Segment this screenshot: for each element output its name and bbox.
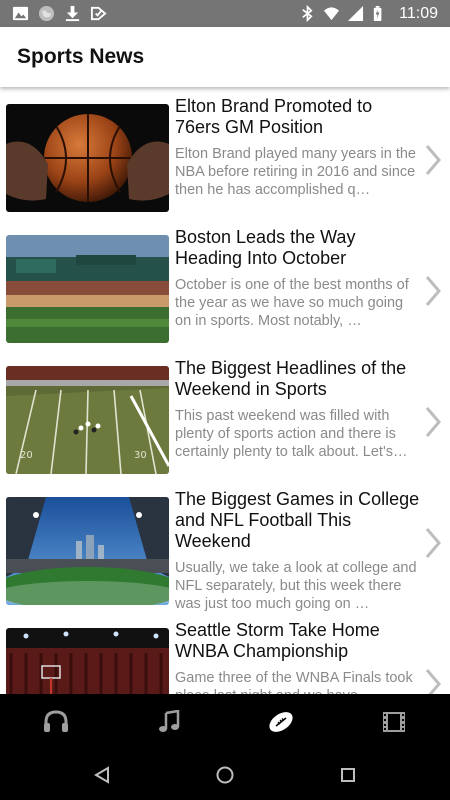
chevron-right-icon xyxy=(425,276,441,306)
chevron-right-icon xyxy=(425,145,441,175)
signal-icon xyxy=(348,5,364,22)
article-summary: October is one of the best months of the… xyxy=(175,277,409,329)
article-title: Elton Brand Promoted to 76ers GM Positio… xyxy=(175,96,373,137)
nav-recents-button[interactable] xyxy=(328,755,368,795)
article-summary: Elton Brand played many years in the NBA… xyxy=(175,146,416,198)
battery-icon xyxy=(373,5,382,22)
nav-back-button[interactable] xyxy=(82,755,122,795)
article-summary: Usually, we take a look at college and N… xyxy=(175,560,417,612)
article-summary: Game three of the WNBA Finals took place… xyxy=(175,670,413,694)
home-icon xyxy=(216,766,234,784)
article-thumbnail xyxy=(6,104,169,212)
news-list-item[interactable]: Seattle Storm Take Home WNBA Championshi… xyxy=(0,614,450,694)
system-nav-bar xyxy=(0,750,450,800)
article-thumbnail xyxy=(6,497,169,605)
football-icon xyxy=(269,712,293,732)
headphones-icon xyxy=(44,710,69,732)
tab-video[interactable] xyxy=(338,694,450,750)
app-bar: Sports News xyxy=(0,27,450,87)
news-list-item[interactable]: Boston Leads the Way Heading Into Octobe… xyxy=(0,221,450,346)
article-thumbnail xyxy=(6,235,169,343)
article-title: Boston Leads the Way Heading Into Octobe… xyxy=(175,227,356,268)
tab-music[interactable] xyxy=(113,694,226,750)
image-icon xyxy=(12,6,29,21)
back-icon xyxy=(93,766,109,784)
clock: 11:09 xyxy=(399,4,438,22)
bottom-tab-bar xyxy=(0,694,450,750)
article-title: The Biggest Games in College and NFL Foo… xyxy=(175,489,420,551)
status-bar: 11:09 xyxy=(0,0,450,27)
globe-icon xyxy=(38,5,55,22)
tab-headphones[interactable] xyxy=(0,694,113,750)
page-title: Sports News xyxy=(17,45,145,68)
chevron-right-icon xyxy=(425,669,441,694)
chevron-right-icon xyxy=(425,528,441,558)
nav-home-button[interactable] xyxy=(205,755,245,795)
film-icon xyxy=(382,712,405,732)
article-summary: This past weekend was filled with plenty… xyxy=(175,408,408,460)
svg-text:30: 30 xyxy=(134,450,147,461)
news-list-item[interactable]: The Biggest Games in College and NFL Foo… xyxy=(0,483,450,623)
svg-text:20: 20 xyxy=(20,450,33,461)
wifi-icon xyxy=(324,7,340,21)
news-list-item[interactable]: 20 30 The Biggest Headlines of the Weeke… xyxy=(0,352,450,477)
music-note-icon xyxy=(158,710,179,732)
download-icon xyxy=(65,5,80,22)
news-list-item[interactable]: Elton Brand Promoted to 76ers GM Positio… xyxy=(0,90,450,215)
bluetooth-icon xyxy=(302,5,313,22)
article-thumbnail xyxy=(6,628,169,694)
article-title: The Biggest Headlines of the Weekend in … xyxy=(175,358,407,399)
article-thumbnail: 20 30 xyxy=(6,366,169,474)
recents-icon xyxy=(341,768,356,782)
tab-sports[interactable] xyxy=(225,694,338,750)
check-icon xyxy=(90,6,107,21)
chevron-right-icon xyxy=(425,407,441,437)
article-title: Seattle Storm Take Home WNBA Championshi… xyxy=(175,620,380,661)
news-list[interactable]: Elton Brand Promoted to 76ers GM Positio… xyxy=(0,90,450,694)
